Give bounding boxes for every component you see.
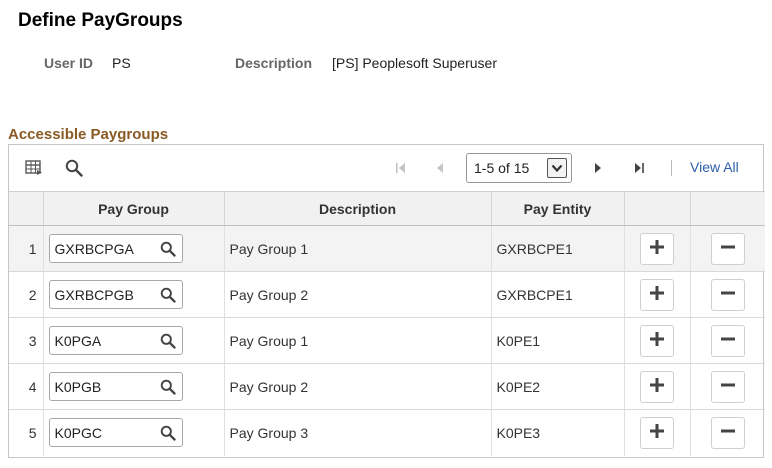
add-row-button[interactable] [640, 278, 674, 311]
pay-entity-cell: GXRBCPE1 [490, 271, 624, 318]
pay-entity-cell: K0PE1 [490, 317, 624, 364]
next-page-icon[interactable] [587, 157, 609, 179]
row-range-text: 1-5 of 15 [474, 160, 530, 176]
delete-cell [689, 225, 765, 272]
minus-icon [720, 239, 736, 258]
pay-group-input[interactable]: K0PGB [48, 372, 183, 401]
add-cell [623, 363, 690, 410]
delete-row-button[interactable] [710, 416, 745, 449]
section-title-accessible-paygroups: Accessible Paygroups [8, 126, 169, 143]
column-header-add [623, 191, 690, 226]
add-cell [623, 271, 690, 318]
table-row: 5 K0PGC Pay Group 3 K0PE3 [9, 409, 765, 456]
minus-icon [720, 331, 736, 350]
delete-row-button[interactable] [710, 324, 745, 357]
pay-group-input[interactable]: K0PGC [48, 418, 183, 448]
pay-group-cell: GXRBCPGA [42, 225, 224, 272]
description-cell: Pay Group 1 [223, 225, 491, 272]
minus-icon [720, 377, 736, 396]
first-page-icon[interactable] [390, 157, 412, 179]
row-number: 3 [9, 317, 43, 364]
grid-toolbar: 1-5 of 15 View All [9, 145, 763, 191]
pay-group-value: GXRBCPGA [54, 241, 134, 257]
add-row-button[interactable] [640, 370, 674, 403]
pay-group-value: K0PGC [54, 425, 102, 442]
table-row: 4 K0PGB Pay Group 2 K0PE2 [9, 363, 765, 410]
chevron-down-icon[interactable] [547, 158, 567, 178]
grid-personalize-icon[interactable] [23, 157, 45, 179]
delete-row-button[interactable] [710, 370, 745, 403]
pay-entity-cell: GXRBCPE1 [490, 225, 624, 272]
row-number: 4 [9, 363, 43, 410]
accessible-paygroups-grid: 1-5 of 15 View All Pay Group Description… [8, 144, 765, 458]
add-cell [623, 317, 690, 364]
table-row: 3 K0PGA Pay Group 1 K0PE1 [9, 317, 765, 364]
view-all-link[interactable]: View All [690, 159, 739, 175]
plus-icon [649, 331, 665, 350]
pay-group-value: K0PGA [54, 333, 102, 349]
lookup-icon[interactable] [160, 241, 176, 257]
description-value: [PS] Peoplesoft Superuser [332, 55, 497, 71]
column-header-delete [689, 191, 765, 226]
row-number: 2 [9, 271, 43, 318]
table-header-row: Pay Group Description Pay Entity [9, 191, 765, 226]
plus-icon [649, 423, 665, 442]
plus-icon [649, 285, 665, 304]
description-cell: Pay Group 2 [223, 363, 491, 410]
previous-page-icon[interactable] [429, 157, 451, 179]
pay-group-cell: K0PGA [42, 317, 224, 364]
add-row-button[interactable] [640, 232, 674, 265]
paygroups-table: Pay Group Description Pay Entity 1 GXRBC… [9, 191, 765, 456]
column-header-pay-group[interactable]: Pay Group [42, 191, 224, 226]
row-number: 1 [9, 225, 43, 272]
lookup-icon[interactable] [160, 379, 176, 395]
description-label: Description [235, 55, 313, 71]
description-cell: Pay Group 1 [223, 317, 491, 364]
pay-entity-cell: K0PE3 [490, 409, 624, 456]
lookup-icon[interactable] [160, 333, 176, 349]
add-row-button[interactable] [640, 416, 674, 449]
plus-icon [649, 377, 665, 396]
delete-cell [689, 409, 765, 456]
plus-icon [649, 239, 665, 258]
user-id-value: PS [112, 55, 131, 71]
row-range-select[interactable]: 1-5 of 15 [466, 153, 572, 183]
delete-cell [689, 271, 765, 318]
pay-group-input[interactable]: GXRBCPGA [48, 234, 183, 263]
search-icon[interactable] [63, 157, 85, 179]
add-row-button[interactable] [640, 324, 674, 357]
delete-row-button[interactable] [710, 278, 745, 311]
pay-group-input[interactable]: GXRBCPGB [48, 280, 183, 309]
row-number: 5 [9, 409, 43, 456]
minus-icon [720, 423, 736, 442]
table-row: 2 GXRBCPGB Pay Group 2 GXRBCPE1 [9, 271, 765, 318]
description-cell: Pay Group 2 [223, 271, 491, 318]
pay-group-input[interactable]: K0PGA [48, 326, 183, 355]
minus-icon [720, 285, 736, 304]
column-header-pay-entity[interactable]: Pay Entity [490, 191, 624, 226]
add-cell [623, 225, 690, 272]
page-title: Define PayGroups [18, 10, 183, 31]
lookup-icon[interactable] [160, 287, 176, 303]
lookup-icon[interactable] [160, 425, 176, 441]
pay-group-cell: K0PGC [42, 409, 224, 456]
user-id-label: User ID [44, 55, 94, 71]
pay-group-value: GXRBCPGB [54, 287, 134, 303]
pay-group-value: K0PGB [54, 379, 102, 395]
description-cell: Pay Group 3 [223, 409, 491, 456]
delete-cell [689, 317, 765, 364]
pay-group-cell: K0PGB [42, 363, 224, 410]
column-header-row-number [9, 191, 43, 226]
toolbar-separator [671, 160, 672, 176]
delete-cell [689, 363, 765, 410]
table-row: 1 GXRBCPGA Pay Group 1 GXRBCPE1 [9, 225, 765, 272]
last-page-icon[interactable] [628, 157, 650, 179]
pay-group-cell: GXRBCPGB [42, 271, 224, 318]
column-header-description[interactable]: Description [223, 191, 491, 226]
add-cell [623, 409, 690, 456]
delete-row-button[interactable] [710, 232, 745, 265]
pay-entity-cell: K0PE2 [490, 363, 624, 410]
